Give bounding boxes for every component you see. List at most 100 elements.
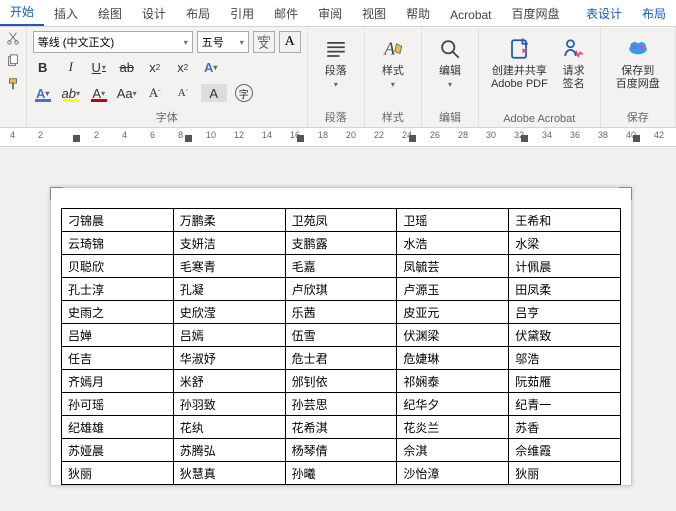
table-cell[interactable]: 危婕琳 [397, 347, 509, 370]
char-border-button[interactable]: A [279, 31, 301, 53]
table-cell[interactable]: 孙芸思 [285, 393, 397, 416]
table-cell[interactable]: 花希淇 [285, 416, 397, 439]
table-cell[interactable]: 凤毓芸 [397, 255, 509, 278]
table-cell[interactable]: 吕嫣 [173, 324, 285, 347]
table-cell[interactable]: 史欣滢 [173, 301, 285, 324]
table-cell[interactable]: 伍雪 [285, 324, 397, 347]
table-cell[interactable]: 卢源玉 [397, 278, 509, 301]
tab-设计[interactable]: 设计 [132, 1, 176, 26]
tab-开始[interactable]: 开始 [0, 0, 44, 26]
table-cell[interactable]: 贝聪欣 [62, 255, 174, 278]
page[interactable]: 刁锦晨万鹏柔卫苑凤卫瑶王希和云琦锦支妍洁支鹏露水浩水梁贝聪欣毛寒青毛嘉凤毓芸计佩… [50, 187, 632, 486]
adobe-create-button[interactable]: 创建并共享 Adobe PDF [489, 31, 550, 111]
tab-插入[interactable]: 插入 [44, 1, 88, 26]
table-row[interactable]: 齐嫣月米舒邠钊依祁娴泰阮茹雁 [62, 370, 621, 393]
ruler[interactable]: 4224681012141618202224262830323436384042 [0, 128, 676, 147]
table-cell[interactable]: 狄丽 [509, 462, 621, 485]
table-row[interactable]: 云琦锦支妍洁支鹏露水浩水梁 [62, 232, 621, 255]
table-cell[interactable]: 水梁 [509, 232, 621, 255]
table-cell[interactable]: 危士君 [285, 347, 397, 370]
strikethrough-button[interactable]: ab [117, 58, 137, 76]
table-cell[interactable]: 史雨之 [62, 301, 174, 324]
font-color-button[interactable]: A▾ [89, 84, 109, 102]
table-cell[interactable]: 华淑妤 [173, 347, 285, 370]
table-cell[interactable]: 沙怡漳 [397, 462, 509, 485]
tab-stop[interactable] [73, 135, 80, 142]
table-cell[interactable]: 吕婵 [62, 324, 174, 347]
table-cell[interactable]: 祁娴泰 [397, 370, 509, 393]
table-cell[interactable]: 皮亚元 [397, 301, 509, 324]
table-cell[interactable]: 吕亨 [509, 301, 621, 324]
table-cell[interactable]: 田凤柔 [509, 278, 621, 301]
table-cell[interactable]: 纪青一 [509, 393, 621, 416]
bold-button[interactable]: B [33, 58, 53, 76]
style-button[interactable]: A 样式▾ [377, 31, 409, 95]
table-cell[interactable]: 万鹏柔 [173, 209, 285, 232]
table-cell[interactable]: 邬浩 [509, 347, 621, 370]
tab-邮件[interactable]: 邮件 [264, 1, 308, 26]
table-cell[interactable]: 支妍洁 [173, 232, 285, 255]
table-cell[interactable]: 乐茜 [285, 301, 397, 324]
format-painter-icon[interactable] [6, 77, 20, 94]
text-effects-button[interactable]: A▾ [201, 58, 221, 76]
tab-审阅[interactable]: 审阅 [308, 1, 352, 26]
tab-Acrobat[interactable]: Acrobat [440, 4, 501, 26]
table-cell[interactable]: 花纨 [173, 416, 285, 439]
table-cell[interactable]: 刁锦晨 [62, 209, 174, 232]
highlight-button[interactable]: ab▾ [61, 84, 81, 102]
table-cell[interactable]: 苏腾弘 [173, 439, 285, 462]
table-cell[interactable]: 杨琴倩 [285, 439, 397, 462]
italic-button[interactable]: I [61, 58, 81, 76]
table-cell[interactable]: 米舒 [173, 370, 285, 393]
paragraph-button[interactable]: 段落▾ [320, 31, 352, 95]
tab-stop[interactable] [185, 135, 192, 142]
font-name-selector[interactable]: 等线 (中文正文)▾ [33, 31, 193, 53]
table-cell[interactable]: 孙曦 [285, 462, 397, 485]
table-cell[interactable]: 卢欣琪 [285, 278, 397, 301]
copy-icon[interactable] [6, 54, 20, 71]
table-row[interactable]: 苏娅晨苏腾弘杨琴倩佘淇佘维霞 [62, 439, 621, 462]
table-row[interactable]: 吕婵吕嫣伍雪伏渊梁伏黛致 [62, 324, 621, 347]
tab-stop[interactable] [297, 135, 304, 142]
table-cell[interactable]: 孔士淳 [62, 278, 174, 301]
names-table[interactable]: 刁锦晨万鹏柔卫苑凤卫瑶王希和云琦锦支妍洁支鹏露水浩水梁贝聪欣毛寒青毛嘉凤毓芸计佩… [61, 208, 621, 485]
table-cell[interactable]: 阮茹雁 [509, 370, 621, 393]
table-cell[interactable]: 纪华夕 [397, 393, 509, 416]
table-cell[interactable]: 毛寒青 [173, 255, 285, 278]
subscript-button[interactable]: x2 [145, 58, 165, 76]
table-row[interactable]: 孙可瑶孙羽致孙芸思纪华夕纪青一 [62, 393, 621, 416]
table-cell[interactable]: 毛嘉 [285, 255, 397, 278]
table-row[interactable]: 孔士淳孔凝卢欣琪卢源玉田凤柔 [62, 278, 621, 301]
context-tab-表设计[interactable]: 表设计 [576, 1, 632, 26]
tab-视图[interactable]: 视图 [352, 1, 396, 26]
tab-引用[interactable]: 引用 [220, 1, 264, 26]
table-cell[interactable]: 云琦锦 [62, 232, 174, 255]
table-cell[interactable]: 花炎兰 [397, 416, 509, 439]
underline-button[interactable]: U▾ [89, 58, 109, 76]
tab-stop[interactable] [633, 135, 640, 142]
superscript-button[interactable]: x2 [173, 58, 193, 76]
tab-帮助[interactable]: 帮助 [396, 1, 440, 26]
table-cell[interactable]: 支鹏露 [285, 232, 397, 255]
table-cell[interactable]: 孙可瑶 [62, 393, 174, 416]
tab-stop[interactable] [521, 135, 528, 142]
table-cell[interactable]: 佘维霞 [509, 439, 621, 462]
table-cell[interactable]: 伏渊梁 [397, 324, 509, 347]
table-row[interactable]: 刁锦晨万鹏柔卫苑凤卫瑶王希和 [62, 209, 621, 232]
baidu-save-button[interactable]: 保存到 百度网盘 [614, 31, 662, 95]
table-row[interactable]: 任吉华淑妤危士君危婕琳邬浩 [62, 347, 621, 370]
table-cell[interactable]: 伏黛致 [509, 324, 621, 347]
enclose-char-button[interactable]: 字 [235, 84, 253, 102]
table-cell[interactable]: 苏香 [509, 416, 621, 439]
table-row[interactable]: 纪雄雄花纨花希淇花炎兰苏香 [62, 416, 621, 439]
table-row[interactable]: 史雨之史欣滢乐茜皮亚元吕亨 [62, 301, 621, 324]
table-cell[interactable]: 卫苑凤 [285, 209, 397, 232]
edit-button[interactable]: 编辑▾ [434, 31, 466, 95]
table-cell[interactable]: 狄丽 [62, 462, 174, 485]
context-tab-布局[interactable]: 布局 [632, 1, 676, 26]
font-size-selector[interactable]: 五号▾ [197, 31, 249, 53]
tab-布局[interactable]: 布局 [176, 1, 220, 26]
tab-百度网盘[interactable]: 百度网盘 [502, 1, 570, 26]
adobe-sign-button[interactable]: 请求 签名 [558, 31, 590, 111]
table-cell[interactable]: 孔凝 [173, 278, 285, 301]
